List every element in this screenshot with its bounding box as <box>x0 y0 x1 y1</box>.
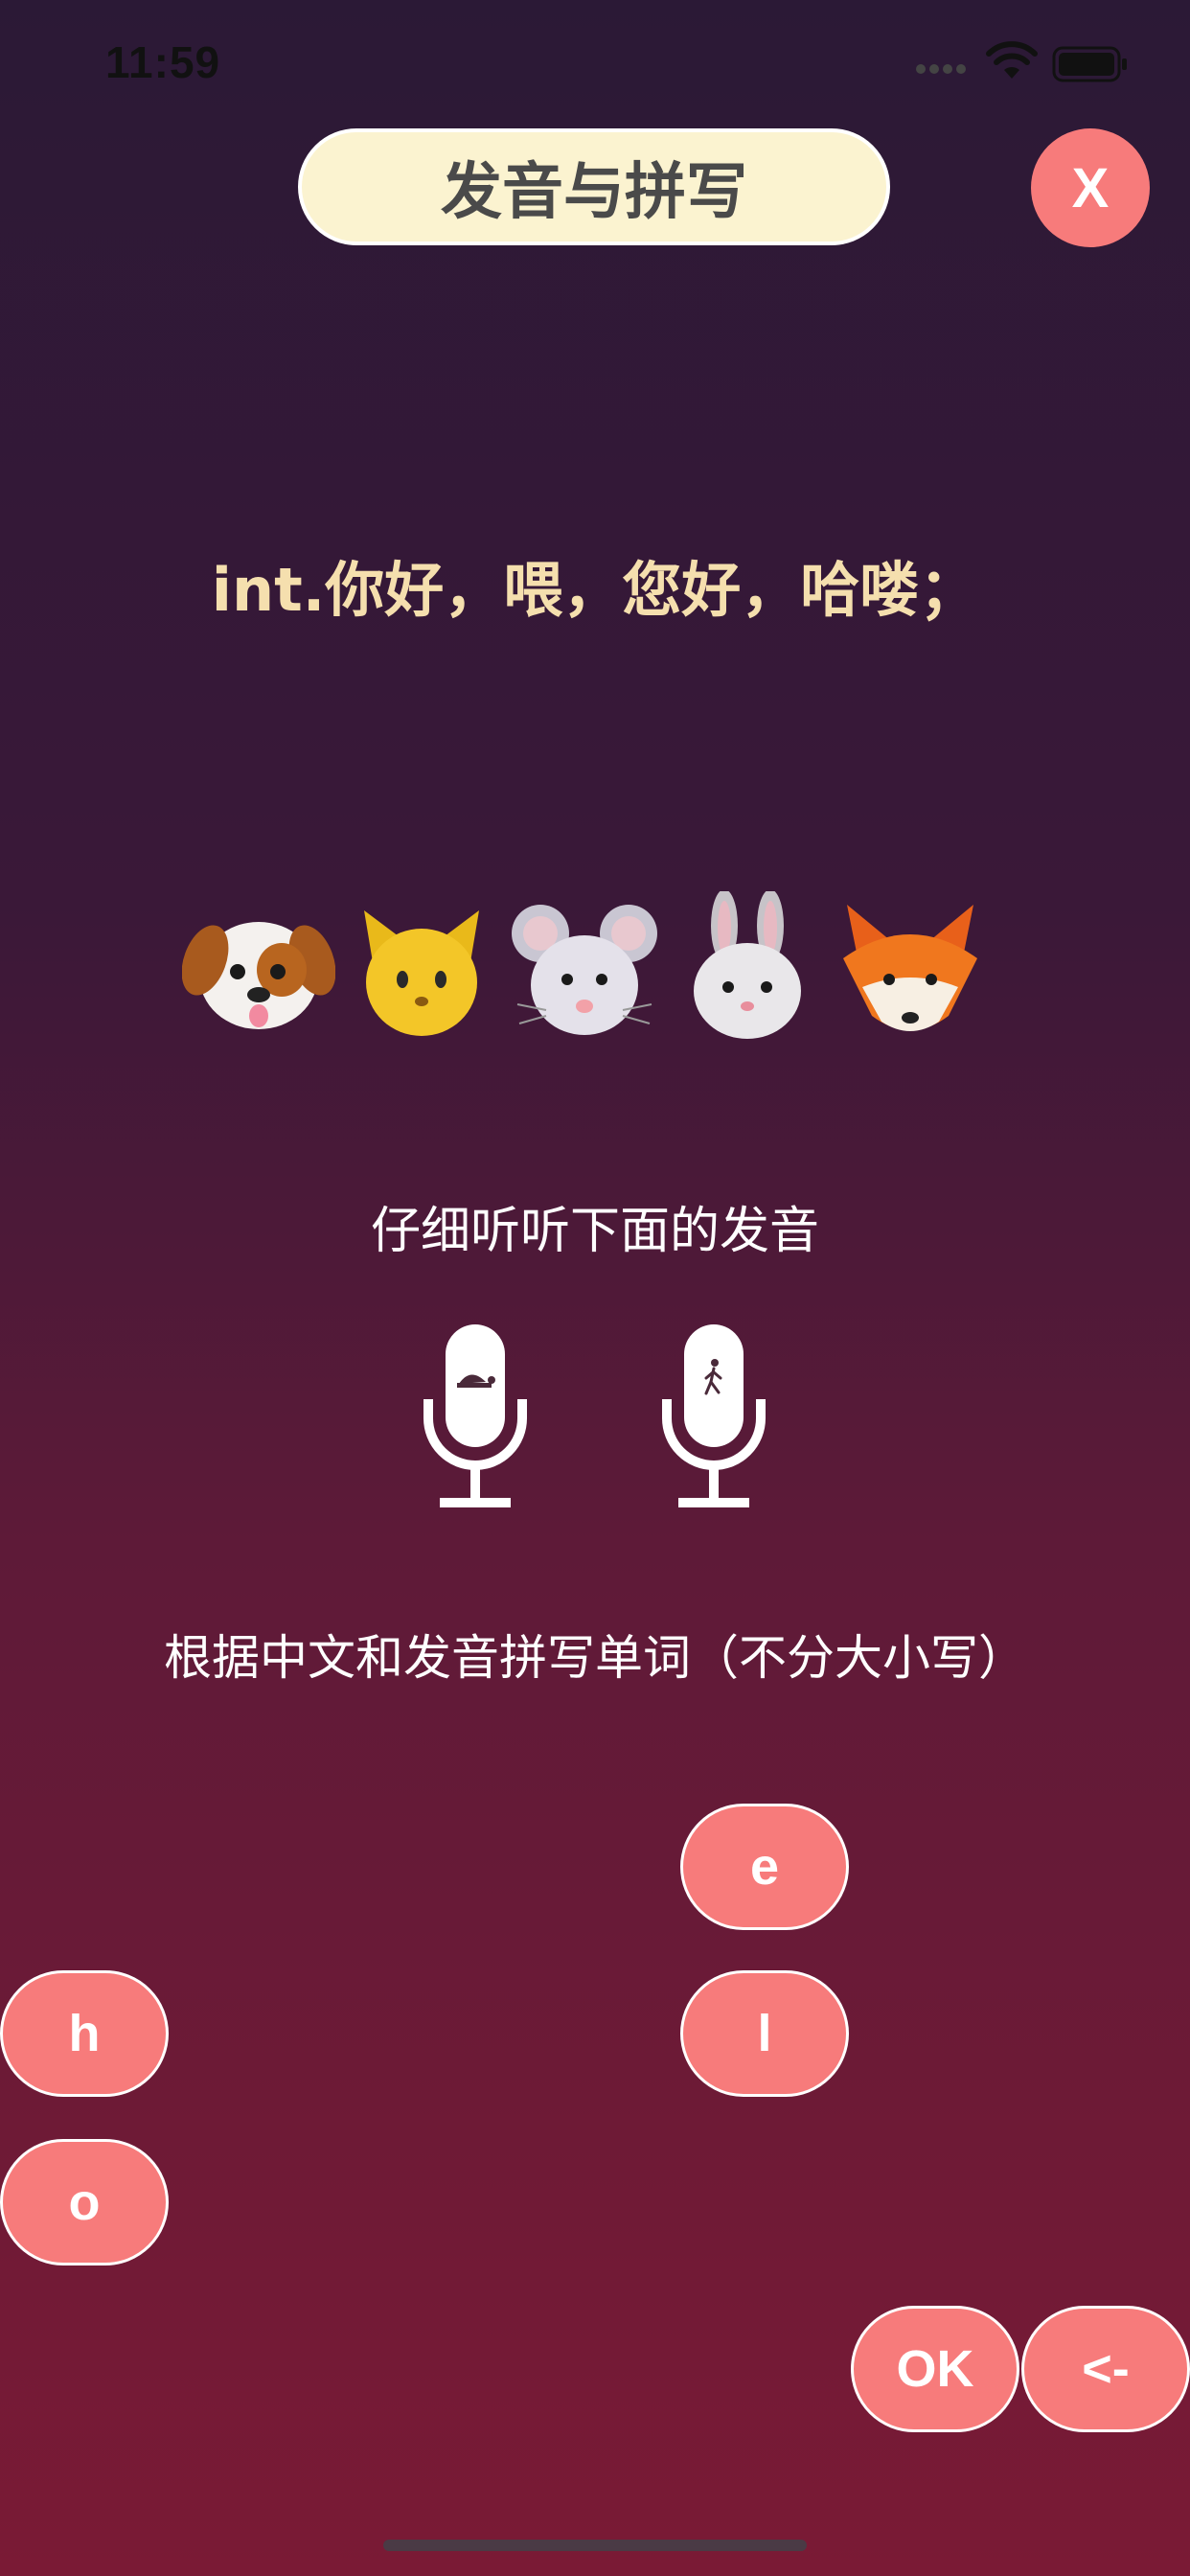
cat-face-icon <box>364 910 479 1036</box>
listen-hint: 仔细听听下面的发音 <box>370 1203 819 1260</box>
rabbit-face-icon <box>694 891 801 1039</box>
normal-pronunciation-mic-icon[interactable] <box>661 1322 767 1509</box>
status-time: 11:59 <box>105 37 221 87</box>
mouse-face-icon <box>512 905 657 1035</box>
wifi-icon <box>986 41 1038 79</box>
animal-row <box>182 891 1006 1045</box>
ok-button[interactable]: OK <box>851 2306 1019 2432</box>
cellular-signal-icon <box>916 64 966 74</box>
dog-face-icon <box>182 922 335 1029</box>
word-meaning: int.你好，喂，您好，哈喽； <box>211 555 979 625</box>
slow-pronunciation-mic-icon[interactable] <box>423 1322 528 1509</box>
letter-tile-h[interactable]: h <box>0 1970 169 2097</box>
battery-icon <box>1052 46 1127 82</box>
letter-tile-o[interactable]: o <box>0 2139 169 2266</box>
fox-face-icon <box>843 905 977 1031</box>
home-indicator <box>383 2540 807 2551</box>
backspace-button[interactable]: <- <box>1021 2306 1190 2432</box>
spelling-instruction: 根据中文和发音拼写单词（不分大小写） <box>164 1630 1026 1686</box>
letter-tile-e[interactable]: e <box>680 1804 849 1930</box>
page-title: 发音与拼写 <box>298 128 890 245</box>
close-button[interactable]: X <box>1031 128 1150 247</box>
letter-tile-l[interactable]: l <box>680 1970 849 2097</box>
